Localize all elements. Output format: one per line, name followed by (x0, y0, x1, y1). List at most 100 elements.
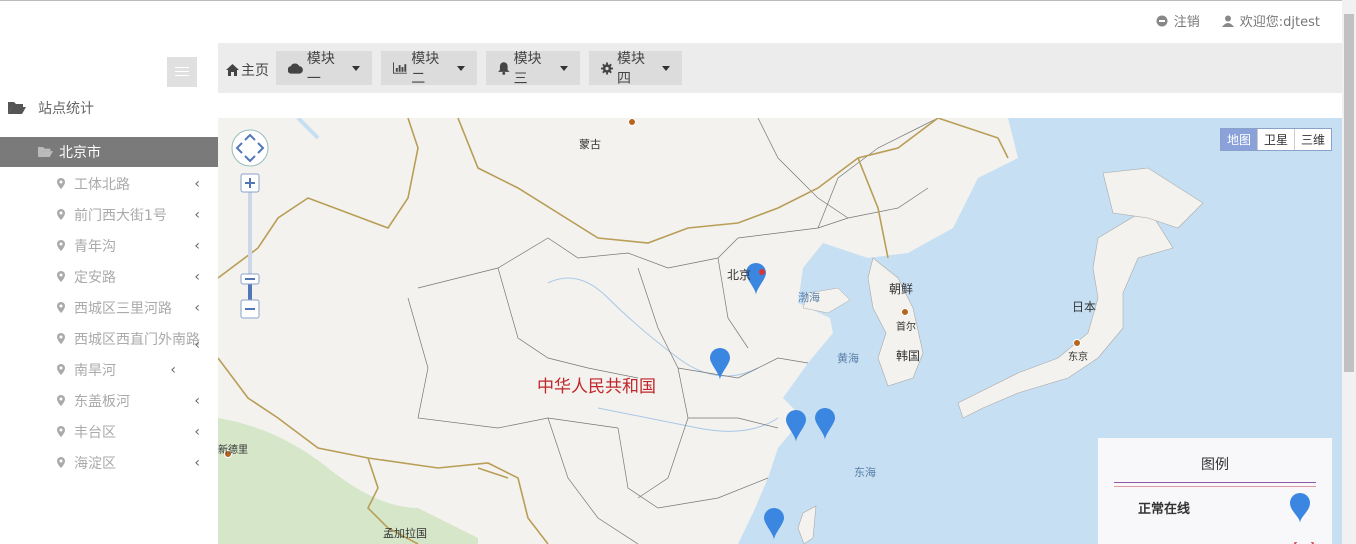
chevron-left-icon[interactable]: ‹ (194, 269, 200, 285)
district-label: 西城区三里河路 (74, 300, 172, 317)
legend-normal-label: 正常在线 (1138, 502, 1191, 517)
map-marker-icon (57, 426, 65, 437)
top-nav: 主页 模块一 模块二 模块三 模块四 (218, 43, 1342, 93)
map-marker-icon (57, 364, 65, 375)
nav-module-label: 模块二 (411, 51, 440, 87)
map-marker-icon (57, 302, 65, 313)
map-label: 蒙古 (579, 138, 601, 151)
map-label-country: 中华人民共和国 (537, 377, 656, 397)
nav-module-1[interactable]: 模块一 (276, 51, 372, 87)
nav-module-2[interactable]: 模块二 (381, 51, 477, 87)
chevron-left-icon[interactable]: ‹ (194, 424, 200, 440)
district-label: 工体北路 (74, 176, 130, 193)
nav-home-label: 主页 (241, 63, 269, 79)
map-marker-icon (57, 271, 65, 282)
bell-icon (498, 61, 510, 75)
sidebar-item-district[interactable]: 海淀区 ‹ (0, 447, 218, 478)
welcome-label[interactable]: 欢迎您:djtest (1240, 11, 1320, 30)
map-label: 新德里 (218, 445, 248, 456)
scrollbar-thumb[interactable] (1344, 14, 1354, 372)
map-marker-icon (57, 333, 65, 344)
map-type-3d[interactable]: 三维 (1295, 129, 1331, 150)
district-label: 青年沟 (74, 238, 116, 255)
map-label: 东海 (854, 466, 876, 479)
chevron-left-icon[interactable]: ‹ (194, 207, 200, 223)
sidebar-item-district[interactable]: 西城区三里河路 ‹ (0, 292, 218, 323)
sidebar-toggle-button[interactable] (167, 57, 197, 87)
logout-label[interactable]: 注销 (1174, 11, 1200, 30)
chevron-left-icon[interactable]: ‹ (194, 337, 200, 353)
map-label: 北京 (727, 268, 752, 282)
map-label: 黄海 (837, 352, 859, 365)
map-label: 日本 (1072, 300, 1097, 314)
legend-title: 图例 (1201, 457, 1229, 473)
map-marker-icon (57, 395, 65, 406)
sidebar-title-label: 站点统计 (38, 101, 94, 117)
sidebar-item-city[interactable]: 北京市 (0, 137, 218, 167)
district-label: 东盖板河 (74, 393, 130, 410)
district-label: 西城区西直门外南路 (74, 331, 200, 348)
logout-icon (1156, 15, 1168, 26)
top-border (0, 0, 1356, 1)
nav-module-label: 模块一 (306, 51, 335, 87)
chevron-down-icon (352, 65, 360, 71)
chevron-left-icon[interactable]: ‹ (194, 455, 200, 471)
user-bar: 注销 欢迎您:djtest (1156, 11, 1320, 30)
sidebar-item-district[interactable]: 东盖板河 ‹ (0, 385, 218, 416)
map-marker-icon (57, 457, 65, 468)
chevron-down-icon (457, 65, 465, 71)
district-label: 海淀区 (74, 455, 116, 472)
nav-module-3[interactable]: 模块三 (486, 51, 580, 87)
map-marker-icon (57, 178, 65, 189)
home-icon (226, 64, 239, 76)
folder-open-icon (38, 147, 53, 157)
sidebar-item-district[interactable]: 西城区西直门外南路 ‹ (0, 323, 218, 354)
sidebar-item-district[interactable]: 丰台区 ‹ (0, 416, 218, 447)
chevron-left-icon[interactable]: ‹ (194, 393, 200, 409)
map-label: 渤海 (798, 291, 820, 304)
map-label: 韩国 (896, 349, 921, 363)
map-marker-icon (57, 209, 65, 220)
map-marker-icon (57, 240, 65, 251)
map-marker-icon (1290, 493, 1310, 523)
sidebar-title[interactable]: 站点统计 (8, 98, 94, 118)
map-legend: 图例 正常在线 (1098, 438, 1332, 544)
cloud-icon (288, 63, 303, 74)
city-label: 北京市 (59, 145, 101, 161)
district-label: 定安路 (74, 269, 116, 286)
chevron-left-icon[interactable]: ‹ (194, 176, 200, 192)
sidebar-item-district[interactable]: 前门西大街1号 ‹ (0, 199, 218, 230)
gear-icon (601, 61, 614, 75)
district-label: 南旱河 (74, 362, 116, 379)
sidebar-item-district[interactable]: 南旱河 ‹ (0, 354, 218, 385)
map-view[interactable]: 蒙古 北京 渤海 朝鲜 首尔 韩国 日本 东京 黄海 东海 中华人民共和国 新德… (218, 118, 1342, 544)
nav-home[interactable]: 主页 (226, 60, 269, 80)
map-label: 东京 (1068, 352, 1088, 363)
map-label: 孟加拉国 (383, 527, 427, 540)
nav-module-label: 模块三 (513, 51, 542, 87)
logout-link[interactable]: 注销 (1156, 11, 1200, 30)
map-type-switch: 地图 卫星 三维 (1219, 128, 1332, 151)
sidebar-item-district[interactable]: 青年沟 ‹ (0, 230, 218, 261)
chevron-left-icon[interactable]: ‹ (194, 300, 200, 316)
chevron-down-icon (662, 65, 670, 71)
map-label: 首尔 (896, 322, 916, 333)
chevron-down-icon (560, 65, 568, 71)
nav-module-label: 模块四 (617, 51, 646, 87)
district-label: 前门西大街1号 (74, 207, 167, 224)
sidebar-item-district[interactable]: 工体北路 ‹ (0, 168, 218, 199)
welcome-user[interactable]: 欢迎您:djtest (1221, 11, 1320, 30)
bar-chart-icon (393, 62, 408, 74)
folder-open-icon (8, 102, 26, 114)
sidebar-item-district[interactable]: 定安路 ‹ (0, 261, 218, 292)
map-label: 朝鲜 (889, 282, 914, 296)
user-icon (1221, 15, 1234, 27)
map-type-satellite[interactable]: 卫星 (1258, 129, 1295, 150)
nav-module-4[interactable]: 模块四 (589, 51, 682, 87)
chevron-left-icon[interactable]: ‹ (170, 362, 176, 378)
legend-line (1114, 482, 1316, 487)
district-label: 丰台区 (74, 424, 116, 441)
map-type-map[interactable]: 地图 (1220, 129, 1258, 150)
chevron-left-icon[interactable]: ‹ (194, 238, 200, 254)
page-scrollbar[interactable] (1342, 0, 1356, 544)
